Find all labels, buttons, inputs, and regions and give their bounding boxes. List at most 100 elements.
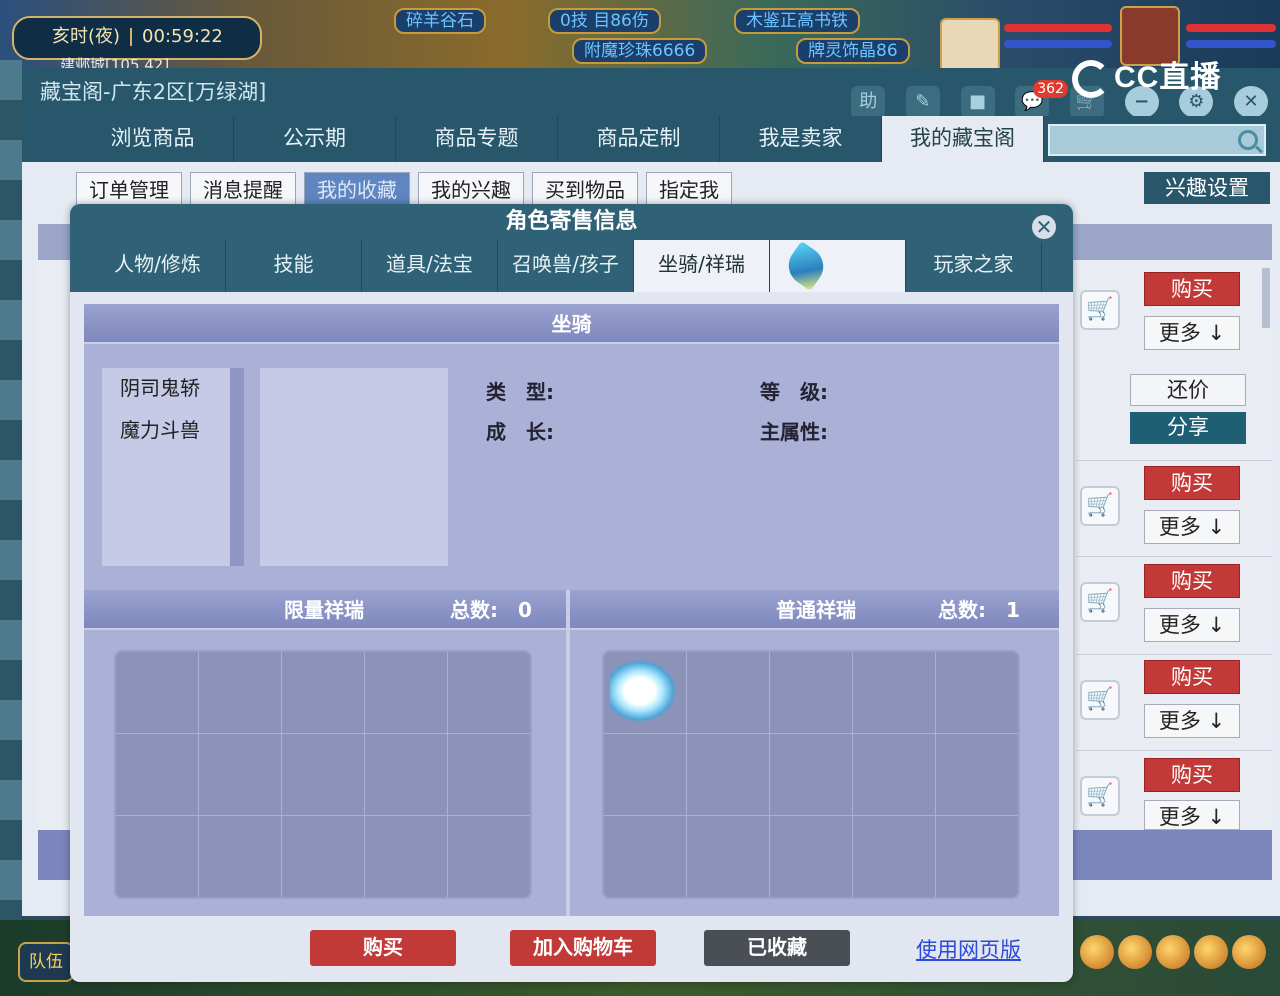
more-label: 更多 bbox=[1158, 613, 1201, 637]
grid-cell[interactable] bbox=[282, 652, 364, 733]
grid-cell[interactable] bbox=[199, 734, 281, 815]
add-to-cart-icon[interactable]: 🛒 bbox=[1080, 776, 1120, 816]
tab-character[interactable]: 人物/修炼 bbox=[90, 240, 226, 292]
tab-hidden[interactable] bbox=[770, 240, 906, 292]
share-button[interactable]: 分享 bbox=[1130, 412, 1246, 444]
add-to-cart-icon[interactable]: 🛒 bbox=[1080, 290, 1120, 330]
more-button[interactable]: 更多 ↓ bbox=[1144, 800, 1240, 830]
buy-button[interactable]: 购买 bbox=[1144, 660, 1240, 694]
grid-cell[interactable] bbox=[687, 734, 769, 815]
tab-seller[interactable]: 我是卖家 bbox=[720, 116, 882, 162]
tab-pets[interactable]: 召唤兽/孩子 bbox=[498, 240, 634, 292]
xiangrui-pet-icon[interactable] bbox=[610, 660, 676, 722]
shortcut-icon[interactable] bbox=[1080, 935, 1114, 969]
grid-cell[interactable] bbox=[770, 652, 852, 733]
grid-cell[interactable] bbox=[853, 652, 935, 733]
grid-cell[interactable] bbox=[116, 734, 198, 815]
grid-cell[interactable] bbox=[365, 734, 447, 815]
grid-cell[interactable] bbox=[199, 652, 281, 733]
grid-cell[interactable] bbox=[604, 816, 686, 897]
share-arrow-icon[interactable]: ✎ bbox=[905, 86, 940, 118]
grid-cell[interactable] bbox=[853, 734, 935, 815]
buy-button[interactable]: 购买 bbox=[1144, 466, 1240, 500]
search-icon[interactable] bbox=[1238, 130, 1258, 150]
grid-cell[interactable] bbox=[448, 652, 530, 733]
row-divider bbox=[1076, 556, 1272, 557]
web-version-link[interactable]: 使用网页版 bbox=[916, 934, 1021, 964]
grid-cell[interactable] bbox=[282, 816, 364, 897]
add-to-cart-icon[interactable]: 🛒 bbox=[1080, 680, 1120, 720]
chat-icon[interactable]: 💬 362 bbox=[1015, 80, 1068, 118]
grid-cell[interactable] bbox=[936, 652, 1018, 733]
subtab-orders[interactable]: 订单管理 bbox=[76, 172, 182, 206]
tab-custom[interactable]: 商品定制 bbox=[558, 116, 720, 162]
stop-icon[interactable]: ■ bbox=[960, 86, 995, 118]
ad-banner-4[interactable]: 附魔珍珠6666 bbox=[572, 38, 708, 64]
grid-cell[interactable] bbox=[365, 816, 447, 897]
tab-browse[interactable]: 浏览商品 bbox=[72, 116, 234, 162]
bargain-button[interactable]: 还价 bbox=[1130, 374, 1246, 406]
more-label: 更多 bbox=[1158, 805, 1201, 829]
buy-button[interactable]: 购买 bbox=[1144, 564, 1240, 598]
ad-banner-5[interactable]: 牌灵饰晶86 bbox=[796, 38, 910, 64]
team-button[interactable]: 队伍 bbox=[18, 942, 74, 982]
tab-public[interactable]: 公示期 bbox=[234, 116, 396, 162]
limited-title: 限量祥瑞 bbox=[284, 598, 364, 622]
subtab-messages[interactable]: 消息提醒 bbox=[190, 172, 296, 206]
more-button[interactable]: 更多 ↓ bbox=[1144, 704, 1240, 738]
grid-cell[interactable] bbox=[282, 734, 364, 815]
add-to-cart-icon[interactable]: 🛒 bbox=[1080, 486, 1120, 526]
shortcut-icon[interactable] bbox=[1232, 935, 1266, 969]
grid-cell[interactable] bbox=[604, 652, 686, 733]
buy-button[interactable]: 购买 bbox=[310, 930, 456, 966]
help-icon[interactable]: 助 bbox=[851, 86, 886, 118]
tab-mounts[interactable]: 坐骑/祥瑞 bbox=[634, 240, 770, 292]
shortcut-icon[interactable] bbox=[1156, 935, 1190, 969]
buy-button[interactable]: 购买 bbox=[1144, 758, 1240, 792]
subtab-purchased[interactable]: 买到物品 bbox=[532, 172, 638, 206]
mount-item[interactable]: 魔力斗兽 bbox=[102, 410, 230, 452]
grid-cell[interactable] bbox=[116, 816, 198, 897]
subtab-interests[interactable]: 我的兴趣 bbox=[418, 172, 524, 206]
more-button[interactable]: 更多 ↓ bbox=[1144, 608, 1240, 642]
ad-banner-2[interactable]: 0技 目86伤 bbox=[548, 8, 661, 34]
close-icon[interactable]: ✕ bbox=[1029, 212, 1059, 242]
collected-button[interactable]: 已收藏 bbox=[704, 930, 850, 966]
shortcut-icon[interactable] bbox=[1194, 935, 1228, 969]
subtab-assigned[interactable]: 指定我 bbox=[646, 172, 732, 206]
time-period: 亥时(夜) bbox=[52, 26, 121, 47]
mount-preview bbox=[260, 368, 448, 566]
shortcut-icon[interactable] bbox=[1118, 935, 1152, 969]
close-icon[interactable]: ✕ bbox=[1234, 86, 1268, 118]
add-to-cart-button[interactable]: 加入购物车 bbox=[510, 930, 656, 966]
grid-cell[interactable] bbox=[365, 652, 447, 733]
more-button[interactable]: 更多 ↓ bbox=[1144, 510, 1240, 544]
ad-banner-3[interactable]: 木鉴正高书铁 bbox=[734, 8, 860, 34]
tab-topics[interactable]: 商品专题 bbox=[396, 116, 558, 162]
tab-player-home[interactable]: 玩家之家 bbox=[906, 240, 1042, 292]
grid-cell[interactable] bbox=[687, 652, 769, 733]
grid-cell[interactable] bbox=[687, 816, 769, 897]
grid-cell[interactable] bbox=[448, 816, 530, 897]
grid-cell[interactable] bbox=[116, 652, 198, 733]
grid-cell[interactable] bbox=[770, 816, 852, 897]
more-button[interactable]: 更多 ↓ bbox=[1144, 316, 1240, 350]
mount-item[interactable]: 阴司鬼轿 bbox=[102, 368, 230, 410]
buy-button[interactable]: 购买 bbox=[1144, 272, 1240, 306]
grid-cell[interactable] bbox=[853, 816, 935, 897]
tab-skills[interactable]: 技能 bbox=[226, 240, 362, 292]
grid-cell[interactable] bbox=[936, 734, 1018, 815]
ad-banner-1[interactable]: 碎羊谷石 bbox=[394, 8, 486, 34]
grid-cell[interactable] bbox=[448, 734, 530, 815]
add-to-cart-icon[interactable]: 🛒 bbox=[1080, 582, 1120, 622]
grid-cell[interactable] bbox=[770, 734, 852, 815]
grid-cell[interactable] bbox=[936, 816, 1018, 897]
tab-my-shop[interactable]: 我的藏宝阁 bbox=[882, 116, 1044, 162]
interest-settings-button[interactable]: 兴趣设置 bbox=[1144, 172, 1270, 204]
subtab-favorites[interactable]: 我的收藏 bbox=[304, 172, 410, 206]
tab-items[interactable]: 道具/法宝 bbox=[362, 240, 498, 292]
grid-cell[interactable] bbox=[604, 734, 686, 815]
search-input[interactable] bbox=[1048, 124, 1266, 156]
grid-cell[interactable] bbox=[199, 816, 281, 897]
scrollbar[interactable] bbox=[1262, 268, 1270, 328]
